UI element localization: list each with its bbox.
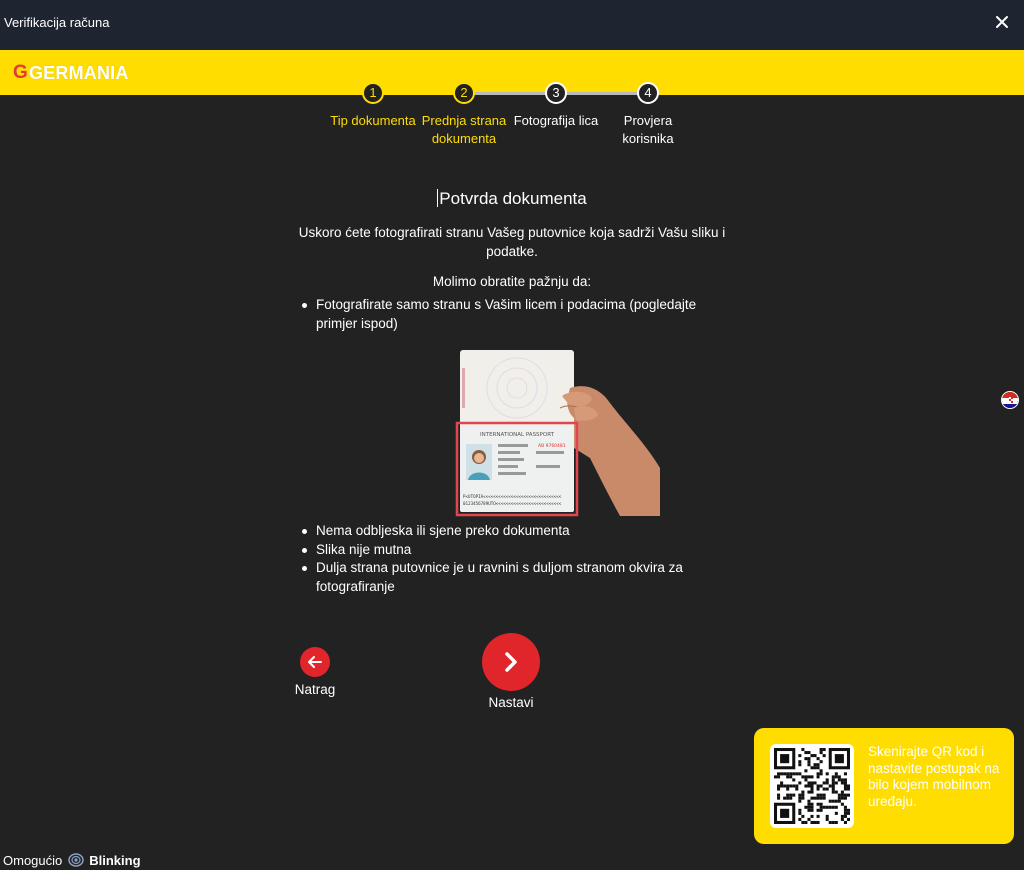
close-icon[interactable]: [992, 12, 1012, 32]
step-number: 2: [453, 82, 475, 104]
germania-logo: G GERMANIA: [13, 62, 129, 84]
croatia-flag-icon[interactable]: [1001, 391, 1019, 409]
step-label: Provjera korisnika: [622, 113, 674, 146]
window-title: Verifikacija računa: [4, 15, 110, 30]
qr-instruction: Skenirajte QR kod i nastavite postupak n…: [868, 744, 1000, 809]
blinking-logo-icon: [68, 853, 84, 867]
step-provjera-korisnika: 4 Provjera korisnika: [598, 82, 698, 148]
logo-mark: G: [13, 62, 28, 83]
next-button[interactable]: [482, 633, 540, 691]
passport-example-image: INTERNATIONAL PASSPORT AB 9760481 P<UTOP…: [450, 348, 664, 518]
window-titlebar: Verifikacija računa: [0, 0, 1024, 50]
blinking-logo-text: Blinking: [89, 852, 141, 868]
instructions-list-bottom: Nema odbljeska ili sjene preko dokumenta…: [300, 522, 730, 596]
back-label[interactable]: Natrag: [280, 682, 350, 697]
logo-wordmark: GERMANIA: [28, 62, 129, 83]
chevron-right-icon: [505, 652, 517, 672]
step-number: 4: [637, 82, 659, 104]
back-button[interactable]: [300, 647, 330, 677]
passport-header: INTERNATIONAL PASSPORT: [480, 432, 555, 438]
blinking-logo: Blinking: [67, 852, 141, 868]
page-title: Potvrda dokumenta: [0, 189, 1024, 209]
passport-mrz-2: 0123456789UTO<<<<<<<<<<<<<<<<<<<<<<<<<<: [463, 501, 562, 506]
powered-by: Omogućio Blinking: [3, 852, 141, 868]
qr-card: Skenirajte QR kod i nastavite postupak n…: [754, 728, 1014, 844]
step-label: Fotografija lica: [513, 113, 599, 128]
list-item: Fotografirate samo stranu s Vašim licem …: [300, 296, 730, 333]
list-item: Slika nije mutna: [300, 541, 730, 560]
page-title-text: Potvrda dokumenta: [439, 189, 587, 208]
list-item: Nema odbljeska ili sjene preko dokumenta: [300, 522, 730, 541]
passport-mrz-1: P<UTOPIA<<<<<<<<<<<<<<<<<<<<<<<<<<<<<<<: [463, 494, 562, 499]
instructions-list-top: Fotografirate samo stranu s Vašim licem …: [300, 296, 730, 333]
step-prednja-strana: 2 Prednja strana dokumenta: [414, 82, 514, 148]
note-text: Molimo obratite pažnju da:: [432, 274, 592, 289]
step-tip-dokumenta: 1 Tip dokumenta: [323, 82, 423, 130]
step-fotografija-lica: 3 Fotografija lica: [506, 82, 606, 130]
list-item: Dulja strana putovnice je u ravnini s du…: [300, 559, 730, 596]
step-label: Tip dokumenta: [330, 113, 416, 128]
qr-code[interactable]: [770, 744, 854, 828]
arrow-left-icon: [308, 656, 322, 668]
step-number: 3: [545, 82, 567, 104]
step-label: Prednja strana dokumenta: [421, 113, 507, 146]
intro-text: Uskoro ćete fotografirati stranu Vašeg p…: [298, 225, 726, 259]
next-label[interactable]: Nastavi: [475, 695, 547, 710]
passport-number: AB 9760481: [538, 443, 566, 449]
powered-by-label: Omogućio: [3, 852, 63, 868]
step-number: 1: [362, 82, 384, 104]
